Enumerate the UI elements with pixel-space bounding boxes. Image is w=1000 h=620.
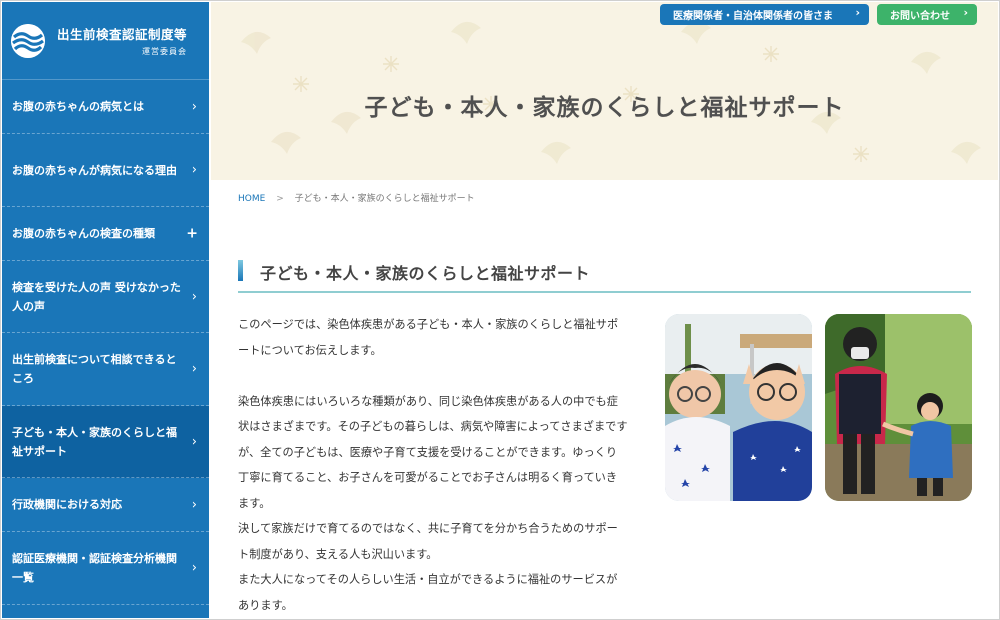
section-heading: 子ども・本人・家族のくらしと福祉サポート: [238, 259, 971, 293]
paragraph-support: 決して家族だけで育てるのではなく、共に子育てを分かち合うためのサポート制度があり…: [238, 522, 618, 561]
sidebar-item-certified-list[interactable]: 認証医療機関・認証検査分析機関一覧 ›: [2, 532, 209, 605]
medical-professionals-label: 医療関係者・自治体関係者の皆さま: [673, 11, 833, 22]
chevron-right-icon: ›: [191, 162, 197, 178]
sidebar-item-label: 認証医療機関・認証検査分析機関一覧: [12, 552, 177, 584]
sidebar-item-consultation[interactable]: 出生前検査について相談できるところ ›: [2, 333, 209, 406]
sidebar-item-voices[interactable]: 検査を受けた人の声 受けなかった人の声 ›: [2, 261, 209, 333]
sidebar-item-label: 行政機関における対応: [12, 498, 122, 511]
contact-label: お問い合わせ: [890, 11, 950, 22]
sidebar-item-label: 検査を受けた人の声 受けなかった人の声: [12, 280, 181, 313]
sidebar-item-disease-reasons[interactable]: お腹の赤ちゃんが病気になる理由 ›: [2, 134, 209, 207]
sidebar-item-label: お腹の赤ちゃんが病気になる理由: [12, 163, 177, 177]
logo-subtitle: 運営委員会: [142, 47, 188, 56]
breadcrumb-current: 子ども・本人・家族のくらしと福祉サポート: [294, 194, 475, 204]
chevron-right-icon: ›: [191, 99, 197, 114]
page-title: 子ども・本人・家族のくらしと福祉サポート: [364, 95, 845, 121]
site-logo[interactable]: 出生前検査認証制度等 運営委員会: [2, 2, 209, 80]
paragraph-intro: このページでは、染色体疾患がある子ども・本人・家族のくらしと福祉サポートについて…: [238, 318, 619, 357]
heading-accent-bar: [238, 260, 243, 281]
chevron-right-icon: ›: [191, 361, 197, 377]
sidebar: 出生前検査認証制度等 運営委員会 お腹の赤ちゃんの病気とは › お腹の赤ちゃんが…: [2, 2, 209, 618]
section-title: 子ども・本人・家族のくらしと福祉サポート: [260, 264, 591, 283]
chevron-right-icon: ›: [963, 6, 968, 19]
sidebar-item-welfare-support[interactable]: 子ども・本人・家族のくらしと福祉サポート ›: [2, 406, 209, 478]
sidebar-item-test-types[interactable]: お腹の赤ちゃんの検査の種類 +: [2, 207, 209, 261]
contact-button[interactable]: お問い合わせ ›: [877, 4, 977, 25]
paragraph-variety: 染色体疾患にはいろいろな種類があり、同じ染色体疾患がある人の中でも症状はさまざま…: [238, 394, 628, 510]
chevron-right-icon: ›: [191, 560, 197, 576]
paragraph-welfare: また大人になってその人らしい生活・自立ができるように福祉のサービスがあります。: [238, 573, 618, 612]
logo-title: 出生前検査認証制度等: [57, 27, 188, 42]
wave-globe-icon: [11, 23, 45, 58]
chevron-right-icon: ›: [191, 289, 197, 304]
sidebar-item-label: 子ども・本人・家族のくらしと福祉サポート: [12, 425, 177, 458]
children-photo: [665, 314, 812, 501]
sidebar-item-government[interactable]: 行政機関における対応 ›: [2, 478, 209, 532]
sidebar-item-label: お腹の赤ちゃんの病気とは: [12, 100, 144, 113]
family-walk-photo: [825, 314, 972, 501]
breadcrumb-home-link[interactable]: HOME: [238, 194, 265, 204]
article-body: このページでは、染色体疾患がある子ども・本人・家族のくらしと福祉サポートについて…: [238, 312, 628, 618]
chevron-right-icon: ›: [191, 434, 197, 449]
chevron-right-icon: ›: [855, 6, 860, 19]
sidebar-item-label: 出生前検査について相談できるところ: [12, 353, 177, 385]
sidebar-item-label: お腹の赤ちゃんの検査の種類: [12, 227, 155, 240]
sidebar-item-baby-disease[interactable]: お腹の赤ちゃんの病気とは ›: [2, 80, 209, 134]
hero-header: 医療関係者・自治体関係者の皆さま › お問い合わせ › 子ども・本人・家族のくら…: [211, 2, 998, 180]
medical-professionals-button[interactable]: 医療関係者・自治体関係者の皆さま ›: [660, 4, 869, 25]
chevron-right-icon: ›: [191, 497, 197, 512]
breadcrumb-separator: >: [276, 194, 284, 204]
plus-icon: +: [186, 225, 198, 241]
breadcrumb: HOME > 子ども・本人・家族のくらしと福祉サポート: [238, 191, 475, 204]
